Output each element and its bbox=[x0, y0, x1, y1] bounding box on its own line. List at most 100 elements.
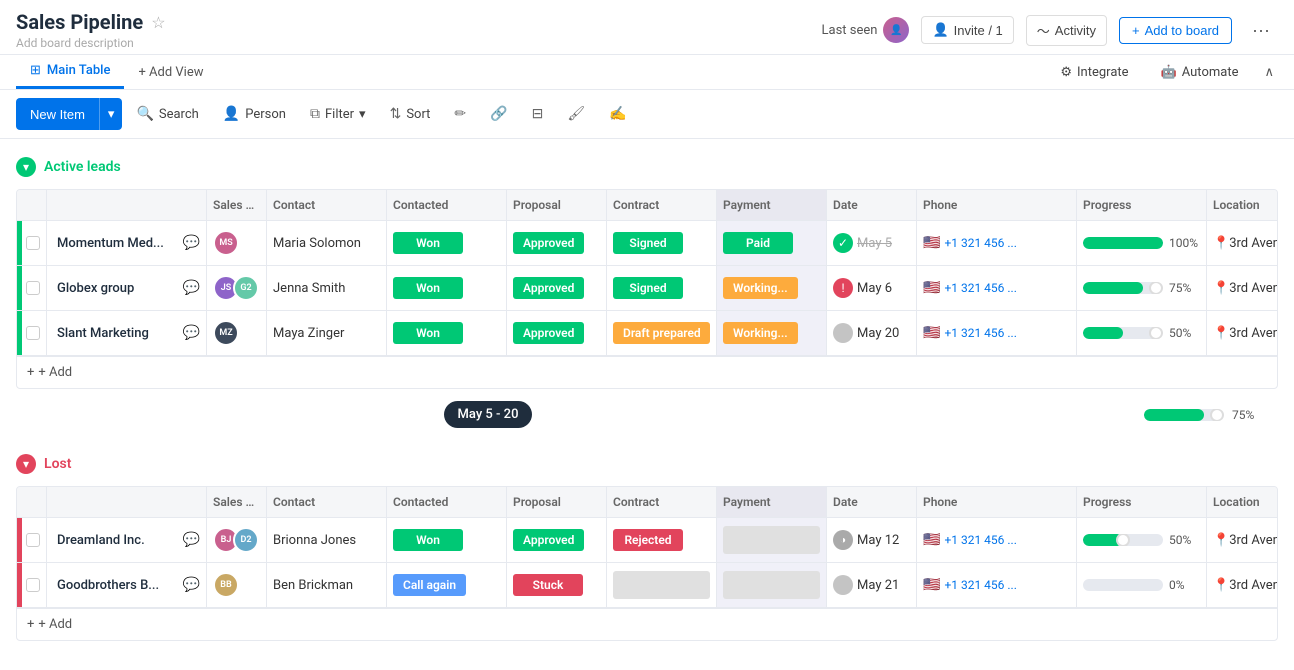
row-proposal[interactable]: Approved bbox=[507, 518, 607, 562]
active-leads-dot[interactable]: ▾ bbox=[16, 157, 36, 177]
status-exclaim-icon: ! bbox=[833, 278, 853, 298]
row-date: May 20 bbox=[827, 311, 917, 355]
row-contract[interactable]: Draft prepared bbox=[607, 311, 717, 355]
date-range-badge: May 5 - 20 bbox=[444, 401, 533, 428]
filter-icon: ⧉ bbox=[310, 106, 320, 122]
avatar: MS bbox=[213, 230, 239, 256]
add-to-board-button[interactable]: + Add to board bbox=[1119, 17, 1232, 44]
row-contacted[interactable]: Won bbox=[387, 266, 507, 310]
row-phone[interactable]: 🇺🇸 +1 321 456 ... bbox=[917, 221, 1077, 265]
row-payment[interactable]: Paid bbox=[717, 221, 827, 265]
search-icon: 🔍 bbox=[136, 106, 153, 122]
lost-add-row[interactable]: + + Add bbox=[17, 608, 1277, 640]
col-location: Location bbox=[1207, 487, 1278, 517]
location-icon: 📍 bbox=[1213, 236, 1229, 251]
tab-main-table[interactable]: ⊞ Main Table bbox=[16, 55, 124, 89]
row-item-name: Goodbrothers B... 💬 bbox=[47, 563, 207, 607]
automate-button[interactable]: 🤖 Automate bbox=[1151, 59, 1249, 86]
more-options-button[interactable]: ··· bbox=[1244, 15, 1278, 46]
search-button[interactable]: 🔍 Search bbox=[126, 100, 208, 128]
flag-icon: 🇺🇸 bbox=[923, 235, 940, 251]
person-filter-icon: 👤 bbox=[223, 106, 240, 122]
row-date: May 21 bbox=[827, 563, 917, 607]
row-sales-rep: MS bbox=[207, 221, 267, 265]
row-progress: 75% bbox=[1077, 266, 1207, 310]
active-leads-header: ▾ Active leads bbox=[16, 153, 1278, 181]
add-view-button[interactable]: + Add View bbox=[128, 57, 213, 88]
expand-button[interactable]: ⊟ bbox=[522, 100, 554, 128]
row-phone[interactable]: 🇺🇸 +1 321 456 ... bbox=[917, 518, 1077, 562]
progress-summary: 75% bbox=[1144, 408, 1262, 422]
avatar: MZ bbox=[213, 320, 239, 346]
row-contacted[interactable]: Won bbox=[387, 221, 507, 265]
row-proposal[interactable]: Stuck bbox=[507, 563, 607, 607]
row-progress: 0% bbox=[1077, 563, 1207, 607]
row-payment[interactable] bbox=[717, 518, 827, 562]
brush-button[interactable]: 🖌 bbox=[557, 100, 595, 128]
hide-button[interactable]: ✏ bbox=[444, 100, 476, 128]
row-item-name: Globex group 💬 bbox=[47, 266, 207, 310]
comment-icon[interactable]: 💬 bbox=[183, 532, 200, 548]
row-proposal[interactable]: Approved bbox=[507, 311, 607, 355]
col-proposal: Proposal bbox=[507, 487, 607, 517]
row-contacted[interactable]: Won bbox=[387, 311, 507, 355]
col-name bbox=[47, 190, 207, 220]
row-payment[interactable] bbox=[717, 563, 827, 607]
row-payment[interactable]: Working... bbox=[717, 311, 827, 355]
comment-icon[interactable]: 💬 bbox=[183, 280, 200, 296]
row-contacted[interactable]: Call again bbox=[387, 563, 507, 607]
location-icon: 📍 bbox=[1213, 533, 1229, 548]
star-icon[interactable]: ☆ bbox=[151, 13, 165, 32]
link-icon: 🔗 bbox=[490, 106, 507, 122]
row-phone[interactable]: 🇺🇸 +1 321 456 ... bbox=[917, 266, 1077, 310]
link-button[interactable]: 🔗 bbox=[480, 100, 517, 128]
row-contact: Ben Brickman bbox=[267, 563, 387, 607]
row-contract[interactable]: Rejected bbox=[607, 518, 717, 562]
progress-bar bbox=[1083, 327, 1163, 339]
row-phone[interactable]: 🇺🇸 +1 321 456 ... bbox=[917, 563, 1077, 607]
person-icon: 👤 bbox=[932, 22, 948, 38]
lost-dot[interactable]: ▾ bbox=[16, 454, 36, 474]
person-filter-button[interactable]: 👤 Person bbox=[213, 100, 296, 128]
filter-button[interactable]: ⧉ Filter ▾ bbox=[300, 100, 376, 128]
flag-icon: 🇺🇸 bbox=[923, 532, 940, 548]
expand-icon: ⊟ bbox=[532, 106, 544, 122]
comment-icon[interactable]: 💬 bbox=[183, 235, 200, 251]
flag-icon: 🇺🇸 bbox=[923, 577, 940, 593]
row-payment[interactable]: Working... bbox=[717, 266, 827, 310]
col-contacted: Contacted bbox=[387, 487, 507, 517]
status-check-icon: ✓ bbox=[833, 233, 853, 253]
row-sales-rep: JS G2 bbox=[207, 266, 267, 310]
lost-table: Sales Rep. Contact Contacted Proposal Co… bbox=[16, 486, 1278, 641]
invite-button[interactable]: 👤 Invite / 1 bbox=[921, 16, 1013, 44]
row-proposal[interactable]: Approved bbox=[507, 221, 607, 265]
row-contract[interactable]: Signed bbox=[607, 266, 717, 310]
new-item-button[interactable]: New Item ▾ bbox=[16, 98, 122, 130]
row-contact: Maya Zinger bbox=[267, 311, 387, 355]
comment-icon[interactable]: 💬 bbox=[183, 577, 200, 593]
add-icon: + bbox=[27, 617, 34, 632]
sort-button[interactable]: ⇅ Sort bbox=[380, 100, 441, 128]
new-item-dropdown-arrow[interactable]: ▾ bbox=[99, 98, 123, 130]
avatars: BJ D2 bbox=[213, 527, 259, 553]
collapse-button[interactable]: ∧ bbox=[1260, 61, 1278, 84]
integrate-button[interactable]: ⚙ Integrate bbox=[1050, 59, 1138, 86]
comment-icon[interactable]: 💬 bbox=[183, 325, 200, 341]
col-date: Date bbox=[827, 487, 917, 517]
row-contract[interactable] bbox=[607, 563, 717, 607]
row-phone[interactable]: 🇺🇸 +1 321 456 ... bbox=[917, 311, 1077, 355]
row-contract[interactable]: Signed bbox=[607, 221, 717, 265]
activity-button[interactable]: 〜 Activity bbox=[1026, 15, 1107, 46]
row-sales-rep: MZ bbox=[207, 311, 267, 355]
row-contacted[interactable]: Won bbox=[387, 518, 507, 562]
row-item-name: Slant Marketing 💬 bbox=[47, 311, 207, 355]
active-leads-add-row[interactable]: + + Add bbox=[17, 356, 1277, 388]
progress-bar bbox=[1083, 579, 1163, 591]
tabs-left: ⊞ Main Table + Add View bbox=[16, 55, 214, 89]
board-description[interactable]: Add board description bbox=[16, 36, 166, 50]
row-proposal[interactable]: Approved bbox=[507, 266, 607, 310]
col-contract: Contract bbox=[607, 487, 717, 517]
row-location: 📍 3rd Avenue, Ne... bbox=[1207, 563, 1278, 607]
row-item-name: Dreamland Inc. 💬 bbox=[47, 518, 207, 562]
edit-button[interactable]: ✍ bbox=[599, 100, 636, 128]
